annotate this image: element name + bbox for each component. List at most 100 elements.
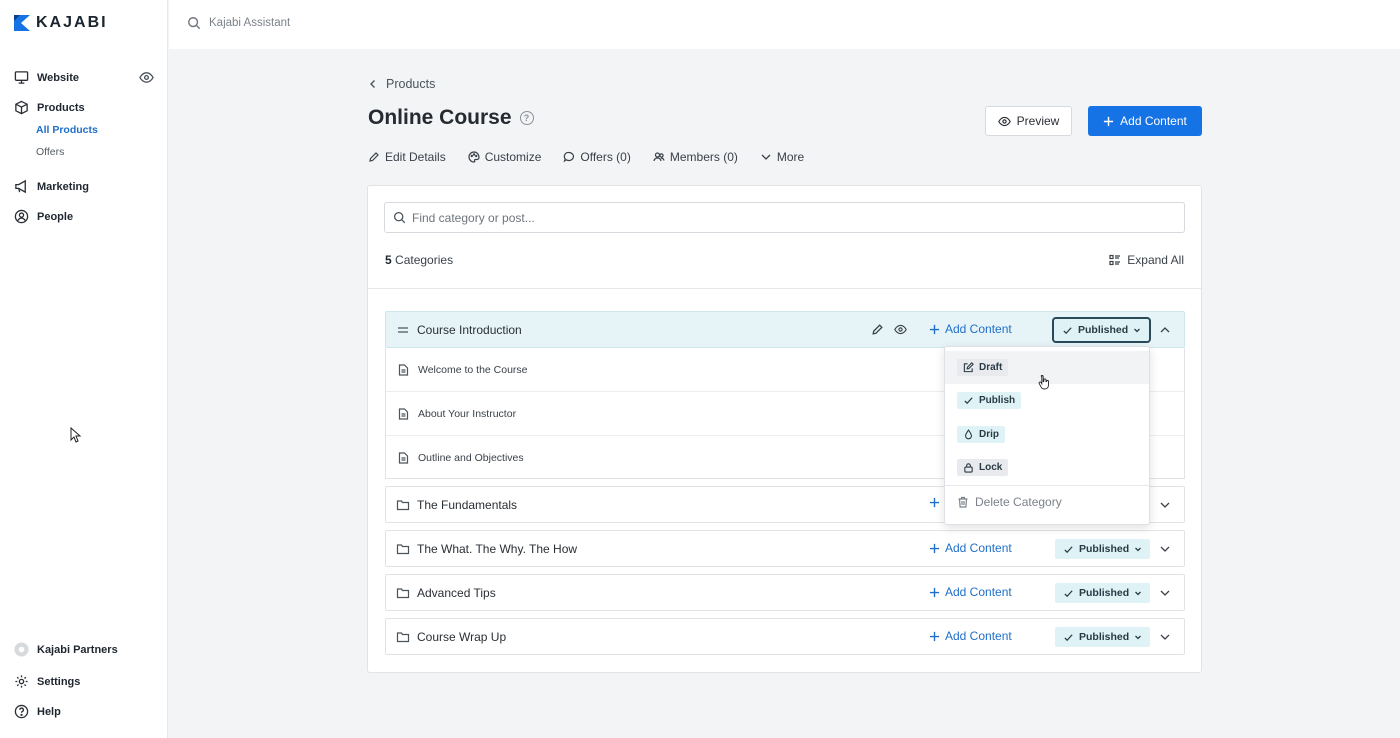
assistant-search-placeholder: Kajabi Assistant — [209, 17, 291, 29]
status-chip: Lock — [957, 459, 1009, 476]
status-chip: Publish — [957, 392, 1022, 409]
status-option-label: Drip — [979, 429, 999, 440]
post-title: About Your Instructor — [418, 407, 517, 420]
breadcrumb[interactable]: Products — [368, 77, 435, 91]
sidebar-item-marketing[interactable]: Marketing — [14, 179, 89, 194]
divider — [368, 288, 1201, 289]
eye-icon[interactable] — [894, 323, 907, 336]
tab-label: Members (0) — [669, 150, 738, 164]
status-dropdown[interactable]: Published — [1055, 627, 1151, 647]
eye-icon[interactable] — [139, 70, 154, 85]
status-option-drip[interactable]: Drip — [945, 418, 1149, 451]
tab-members[interactable]: Members (0) — [653, 150, 738, 164]
status-option-lock[interactable]: Lock — [945, 451, 1149, 484]
chevron-down-icon[interactable] — [1159, 499, 1171, 511]
gear-icon — [15, 675, 28, 688]
status-menu: Draft Publish Drip Lock Delete Category — [944, 346, 1150, 525]
category-add-content-button[interactable]: Add Content — [929, 585, 1012, 599]
tab-more[interactable]: More — [760, 150, 804, 164]
tab-customize[interactable]: Customize — [468, 150, 542, 164]
sidebar-item-label: Settings — [37, 675, 81, 688]
category-row[interactable]: The What. The Why. The How Add Content P… — [385, 530, 1185, 567]
category-add-content-button[interactable] — [929, 497, 940, 508]
chevron-down-icon[interactable] — [1159, 631, 1171, 643]
drop-icon — [965, 429, 972, 440]
sidebar: KAJABI Website Products All Products Off… — [0, 0, 168, 738]
delete-category-button[interactable]: Delete Category — [957, 495, 1062, 509]
tab-edit-details[interactable]: Edit Details — [368, 150, 446, 164]
category-add-content-button[interactable]: Add Content — [929, 322, 1012, 336]
category-row[interactable]: Advanced Tips Add Content Published — [385, 574, 1185, 611]
pencil-icon[interactable] — [871, 323, 884, 336]
delete-category-label: Delete Category — [975, 495, 1062, 509]
sidebar-item-people[interactable]: People — [14, 209, 73, 224]
tag-icon — [563, 151, 575, 163]
trash-icon — [958, 496, 968, 508]
tab-label: Customize — [484, 150, 542, 164]
category-row[interactable]: Course Wrap Up Add Content Published — [385, 618, 1185, 655]
sidebar-subitem-all-products[interactable]: All Products — [36, 124, 98, 136]
sidebar-item-help[interactable]: Help — [14, 704, 61, 719]
drag-handle-icon[interactable] — [396, 323, 410, 337]
tab-label: Offers (0) — [580, 150, 631, 164]
add-content-label: Add Content — [945, 629, 1012, 643]
status-dropdown[interactable]: Published — [1055, 583, 1151, 603]
find-category-input[interactable]: Find category or post... — [384, 202, 1185, 233]
sidebar-item-website[interactable]: Website — [14, 70, 79, 85]
search-icon — [188, 17, 201, 30]
chevron-down-icon[interactable] — [1159, 587, 1171, 599]
page-title: Online Course ? — [368, 106, 534, 130]
folder-icon — [396, 632, 410, 643]
sidebar-item-label: People — [37, 210, 74, 223]
status-dropdown[interactable]: Published — [1055, 539, 1151, 559]
status-label: Published — [1079, 631, 1130, 643]
assistant-search[interactable]: Kajabi Assistant — [187, 16, 290, 30]
plus-icon — [1104, 116, 1114, 126]
sidebar-item-settings[interactable]: Settings — [14, 674, 80, 689]
tab-offers[interactable]: Offers (0) — [563, 150, 631, 164]
kajabi-logo[interactable]: KAJABI — [14, 14, 108, 32]
folder-icon — [396, 544, 410, 555]
preview-button[interactable]: Preview — [985, 106, 1072, 136]
sidebar-item-products[interactable]: Products — [14, 100, 85, 115]
category-name: Course Wrap Up — [417, 630, 507, 644]
person-circle-icon — [14, 209, 29, 224]
chevron-left-icon — [370, 80, 375, 88]
add-content-label: Add Content — [945, 585, 1012, 599]
sidebar-item-label: Kajabi Partners — [37, 643, 118, 656]
sidebar-item-kajabi-partners[interactable]: Kajabi Partners — [14, 642, 118, 657]
expand-all-button[interactable]: Expand All — [1109, 253, 1184, 267]
category-row[interactable]: Course Introduction Add Content Publishe… — [385, 311, 1185, 348]
category-name: The What. The Why. The How — [417, 542, 578, 556]
find-category-placeholder: Find category or post... — [412, 210, 535, 225]
logo-text: KAJABI — [36, 14, 108, 31]
help-question-icon[interactable]: ? — [519, 111, 534, 125]
category-add-content-button[interactable]: Add Content — [929, 541, 1012, 555]
top-bar: Kajabi Assistant — [169, 0, 1400, 49]
help-circle-icon — [14, 704, 29, 719]
partners-icon — [14, 642, 29, 657]
check-icon — [964, 397, 973, 405]
users-icon — [653, 152, 665, 162]
status-label: Published — [1079, 587, 1130, 599]
chevron-down-icon[interactable] — [1159, 543, 1171, 555]
check-icon — [1063, 326, 1072, 334]
add-content-button[interactable]: Add Content — [1088, 106, 1202, 136]
sidebar-subitem-offers[interactable]: Offers — [36, 146, 64, 158]
status-dropdown[interactable]: Published — [1052, 317, 1152, 343]
hand-cursor-icon — [1038, 375, 1049, 390]
plus-icon — [929, 631, 940, 641]
sidebar-item-label: Help — [37, 705, 61, 718]
document-icon — [398, 407, 409, 420]
edit-square-icon — [963, 362, 974, 373]
chevron-up-icon[interactable] — [1159, 324, 1171, 336]
category-add-content-button[interactable]: Add Content — [929, 629, 1012, 643]
folder-icon — [396, 588, 410, 599]
caret-down-icon — [1134, 328, 1141, 333]
caret-down-icon — [1135, 547, 1142, 552]
megaphone-icon — [15, 179, 26, 194]
check-icon — [1064, 545, 1073, 553]
box-icon — [15, 100, 28, 115]
status-option-label: Draft — [979, 362, 1003, 373]
tab-label: More — [776, 150, 805, 164]
